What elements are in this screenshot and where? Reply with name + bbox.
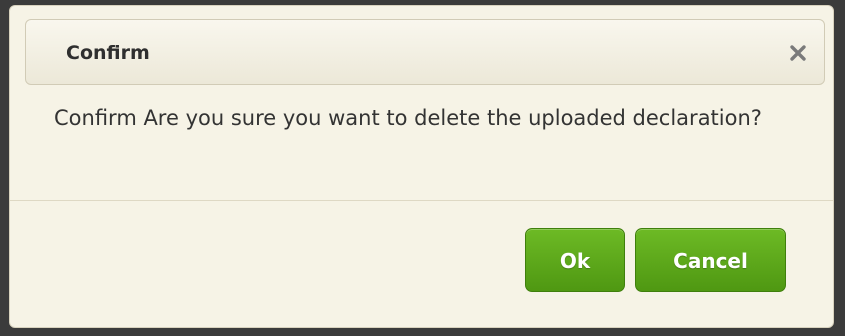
close-icon[interactable] (786, 41, 810, 65)
confirm-dialog: Confirm Confirm Are you sure you want to… (9, 5, 834, 328)
dialog-title: Confirm (66, 42, 150, 64)
dialog-message: Confirm Are you sure you want to delete … (54, 106, 762, 130)
ok-button[interactable]: Ok (525, 228, 625, 292)
dialog-divider (10, 200, 833, 201)
dialog-header: Confirm (25, 19, 825, 85)
cancel-button[interactable]: Cancel (635, 228, 786, 292)
